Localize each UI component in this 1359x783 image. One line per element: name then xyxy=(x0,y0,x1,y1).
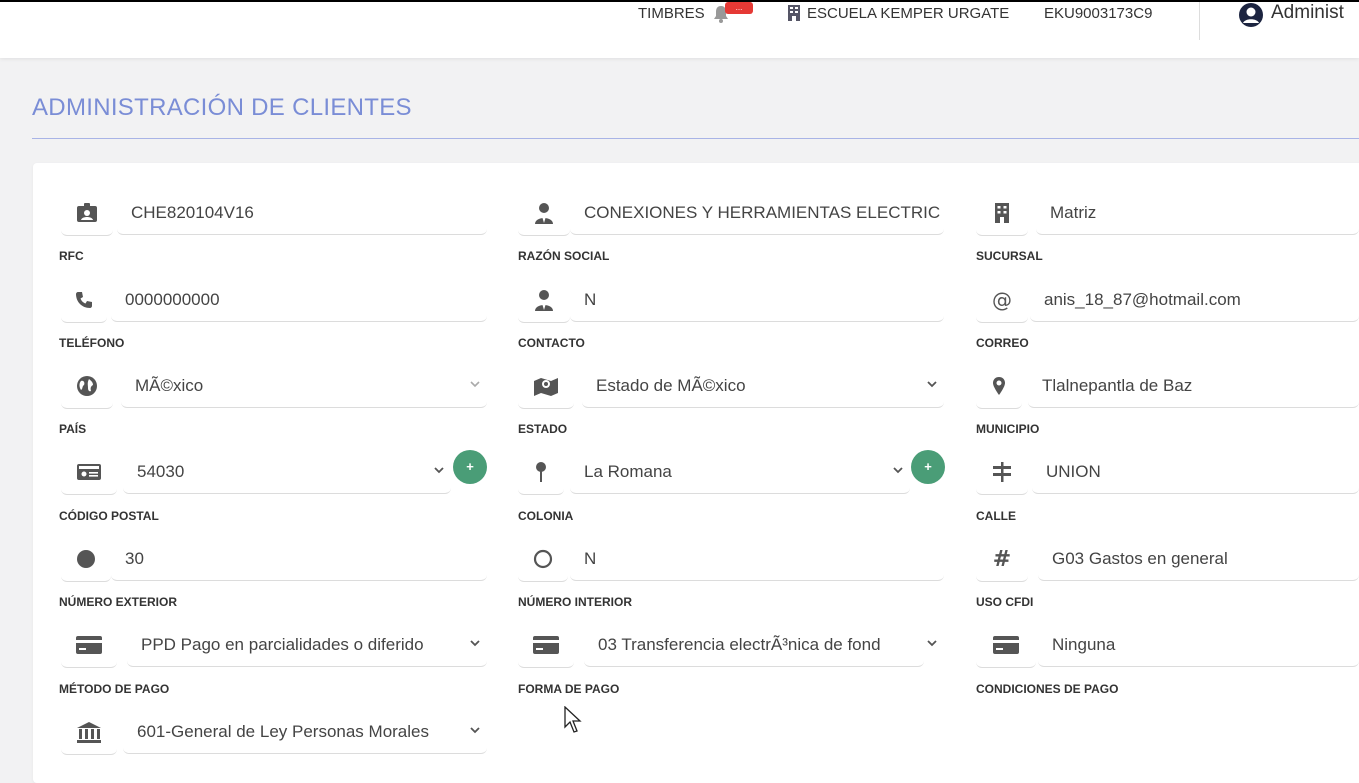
chevron-down-icon[interactable] xyxy=(926,378,938,390)
user-menu[interactable]: Administ xyxy=(1271,3,1344,23)
rfc-label: RFC xyxy=(59,249,84,263)
municipio-field[interactable]: Tlalnepantla de Baz xyxy=(976,364,1359,409)
globe-icon xyxy=(61,364,113,409)
razon-social-field[interactable]: CONEXIONES Y HERRAMIENTAS ELECTRIC xyxy=(518,191,944,236)
condiciones-pago-label: CONDICIONES DE PAGO xyxy=(976,682,1119,696)
codigo-postal-label: CÓDIGO POSTAL xyxy=(59,509,159,523)
top-bar: TIMBRES ... ESCUELA KEMPER URGATE EKU900… xyxy=(0,0,1359,58)
map-icon xyxy=(518,364,574,409)
building-icon xyxy=(787,4,801,22)
chevron-down-icon[interactable] xyxy=(892,464,904,476)
mouse-cursor-icon xyxy=(564,706,582,734)
address-card-icon xyxy=(61,450,117,495)
chevron-down-icon[interactable] xyxy=(433,464,445,476)
sucursal-field[interactable]: Matriz xyxy=(976,191,1359,236)
regimen-select[interactable]: 601-General de Ley Personas Morales xyxy=(61,710,487,755)
credit-card-icon xyxy=(61,623,117,668)
metodo-pago-value[interactable]: PPD Pago en parcialidades o diferido xyxy=(127,623,487,667)
circle-outline-icon xyxy=(518,537,568,582)
map-marker-icon xyxy=(976,364,1022,409)
chevron-down-icon[interactable] xyxy=(926,637,938,649)
numero-exterior-label: NÚMERO EXTERIOR xyxy=(59,595,178,609)
notification-badge: ... xyxy=(725,2,753,14)
calle-label: CALLE xyxy=(976,509,1016,523)
add-colonia-button[interactable]: + xyxy=(911,450,945,484)
colonia-label: COLONIA xyxy=(518,509,574,523)
correo-field[interactable]: @ anis_18_87@hotmail.com xyxy=(976,278,1359,323)
razon-social-label: RAZÓN SOCIAL xyxy=(518,249,610,263)
forma-pago-select[interactable]: 03 Transferencia electrÃ³nica de fond xyxy=(518,623,944,668)
rfc-field[interactable]: CHE820104V16 xyxy=(61,191,487,236)
title-divider xyxy=(32,138,1359,139)
colonia-select[interactable]: La Romana xyxy=(518,450,910,495)
codigo-postal-value[interactable]: 54030 xyxy=(123,450,451,494)
user-tie-icon xyxy=(518,191,570,236)
estado-select[interactable]: Estado de MÃ©xico xyxy=(518,364,944,409)
pais-label: PAÍS xyxy=(59,422,87,436)
add-codigo-postal-button[interactable]: + xyxy=(453,450,487,484)
rfc-input[interactable]: CHE820104V16 xyxy=(117,191,487,235)
id-card-icon xyxy=(61,191,113,236)
condiciones-pago-input[interactable]: Ninguna xyxy=(1038,623,1359,667)
bank-icon xyxy=(61,710,117,755)
forma-pago-value[interactable]: 03 Transferencia electrÃ³nica de fond xyxy=(584,623,924,667)
estado-value[interactable]: Estado de MÃ©xico xyxy=(582,364,944,408)
map-pin-icon xyxy=(518,450,564,495)
metodo-pago-select[interactable]: PPD Pago en parcialidades o diferido xyxy=(61,623,487,668)
user-tie-icon xyxy=(518,278,570,323)
telefono-field[interactable]: 0000000000 xyxy=(61,278,487,323)
credit-card-icon xyxy=(976,623,1036,668)
credit-card-icon xyxy=(518,623,574,668)
circle-filled-icon xyxy=(61,537,111,582)
estado-label: ESTADO xyxy=(518,422,568,436)
contacto-input[interactable]: N xyxy=(570,278,944,322)
uso-cfdi-label: USO CFDI xyxy=(976,595,1034,609)
municipio-input[interactable]: Tlalnepantla de Baz xyxy=(1028,364,1359,408)
uso-cfdi-value[interactable]: G03 Gastos en general xyxy=(1038,537,1359,581)
phone-icon xyxy=(61,278,107,323)
colonia-value[interactable]: La Romana xyxy=(570,450,910,494)
correo-label: CORREO xyxy=(976,336,1029,350)
numero-exterior-field[interactable]: 30 xyxy=(61,537,487,582)
hashtag-icon: # xyxy=(976,537,1028,582)
forma-pago-label: FORMA DE PAGO xyxy=(518,682,620,696)
header-divider xyxy=(1199,2,1200,40)
regimen-value[interactable]: 601-General de Ley Personas Morales xyxy=(123,710,487,754)
sucursal-input[interactable]: Matriz xyxy=(1036,191,1359,235)
page-title: ADMINISTRACIÓN DE CLIENTES xyxy=(32,94,412,121)
condiciones-pago-field[interactable]: Ninguna xyxy=(976,623,1359,668)
numero-interior-field[interactable]: N xyxy=(518,537,944,582)
metodo-pago-label: MÉTODO DE PAGO xyxy=(59,682,170,696)
telefono-label: TELÉFONO xyxy=(59,336,125,350)
company-rfc: EKU9003173C9 xyxy=(1044,5,1153,22)
chevron-down-icon[interactable] xyxy=(469,378,481,390)
at-icon: @ xyxy=(976,278,1028,323)
pais-select[interactable]: MÃ©xico xyxy=(61,364,487,409)
uso-cfdi-select[interactable]: # G03 Gastos en general xyxy=(976,537,1359,582)
school-name[interactable]: ESCUELA KEMPER URGATE xyxy=(807,4,1009,24)
telefono-input[interactable]: 0000000000 xyxy=(111,278,487,322)
signs-icon xyxy=(976,450,1028,495)
user-circle-icon[interactable] xyxy=(1238,2,1264,28)
pais-value[interactable]: MÃ©xico xyxy=(121,364,487,408)
chevron-down-icon[interactable] xyxy=(469,637,481,649)
building-icon xyxy=(976,191,1028,236)
numero-interior-input[interactable]: N xyxy=(570,537,944,581)
codigo-postal-select[interactable]: 54030 xyxy=(61,450,451,495)
razon-social-input[interactable]: CONEXIONES Y HERRAMIENTAS ELECTRIC xyxy=(570,191,944,235)
municipio-label: MUNICIPIO xyxy=(976,422,1040,436)
calle-input[interactable]: UNION xyxy=(1032,450,1359,494)
numero-exterior-input[interactable]: 30 xyxy=(111,537,487,581)
contacto-label: CONTACTO xyxy=(518,336,585,350)
chevron-down-icon[interactable] xyxy=(469,724,481,736)
correo-input[interactable]: anis_18_87@hotmail.com xyxy=(1030,278,1359,322)
sucursal-label: SUCURSAL xyxy=(976,249,1043,263)
calle-field[interactable]: UNION xyxy=(976,450,1359,495)
numero-interior-label: NÚMERO INTERIOR xyxy=(518,595,632,609)
timbres-label[interactable]: TIMBRES xyxy=(638,4,705,24)
contacto-field[interactable]: N xyxy=(518,278,944,323)
